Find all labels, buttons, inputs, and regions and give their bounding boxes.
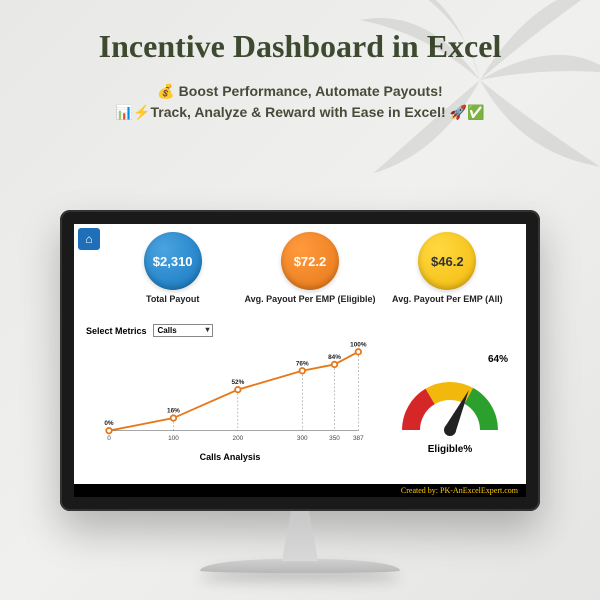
svg-text:100%: 100% bbox=[350, 341, 367, 348]
svg-text:76%: 76% bbox=[296, 360, 309, 367]
kpi-circle: $72.2 bbox=[281, 232, 339, 290]
monitor: ⌂ $2,310 Total Payout $72.2 Avg. Payout … bbox=[60, 210, 540, 573]
kpi-label: Avg. Payout Per EMP (Eligible) bbox=[242, 294, 378, 304]
svg-text:84%: 84% bbox=[328, 354, 341, 361]
kpi-avg-eligible: $72.2 Avg. Payout Per EMP (Eligible) bbox=[242, 232, 378, 304]
gauge-chart bbox=[390, 362, 510, 442]
svg-text:200: 200 bbox=[233, 435, 244, 442]
home-button[interactable]: ⌂ bbox=[78, 228, 100, 250]
kpi-row: $2,310 Total Payout $72.2 Avg. Payout Pe… bbox=[74, 224, 526, 308]
metric-select-dropdown[interactable]: Calls bbox=[153, 324, 213, 337]
monitor-bezel: ⌂ $2,310 Total Payout $72.2 Avg. Payout … bbox=[60, 210, 540, 511]
line-chart-title: Calls Analysis bbox=[86, 452, 374, 462]
kpi-label: Avg. Payout Per EMP (All) bbox=[379, 294, 515, 304]
svg-text:0%: 0% bbox=[104, 420, 114, 427]
gauge-label: Eligible% bbox=[428, 444, 472, 455]
kpi-circle: $2,310 bbox=[144, 232, 202, 290]
svg-text:387: 387 bbox=[353, 435, 364, 442]
metric-selector-label: Select Metrics bbox=[86, 326, 147, 336]
svg-text:350: 350 bbox=[329, 435, 340, 442]
credit-bar: Created by: PK-AnExcelExpert.com bbox=[74, 484, 526, 497]
subtitle-line-2: 📊⚡Track, Analyze & Reward with Ease in E… bbox=[60, 102, 540, 123]
svg-text:52%: 52% bbox=[231, 379, 244, 386]
kpi-circle: $46.2 bbox=[418, 232, 476, 290]
lower-panel: Select Metrics Calls 0% 0 16% 100 52% 200 76% 3… bbox=[80, 320, 520, 478]
kpi-label: Total Payout bbox=[105, 294, 241, 304]
monitor-stand-base bbox=[200, 559, 400, 573]
page-title: Incentive Dashboard in Excel bbox=[0, 0, 600, 73]
kpi-avg-all: $46.2 Avg. Payout Per EMP (All) bbox=[379, 232, 515, 304]
svg-text:100: 100 bbox=[168, 435, 179, 442]
line-chart-panel: Select Metrics Calls 0% 0 16% 100 52% 200 76% 3… bbox=[80, 320, 380, 478]
home-icon: ⌂ bbox=[85, 232, 92, 246]
kpi-total-payout: $2,310 Total Payout bbox=[105, 232, 241, 304]
gauge-value: 64% bbox=[488, 354, 508, 365]
svg-text:0: 0 bbox=[107, 435, 111, 442]
monitor-stand-neck bbox=[270, 511, 330, 561]
page-subtitle: 💰 Boost Performance, Automate Payouts! 📊… bbox=[0, 73, 600, 141]
line-chart: 0% 0 16% 100 52% 200 76% 300 84% 350 100% 387 bbox=[86, 339, 374, 449]
dashboard-screen: ⌂ $2,310 Total Payout $72.2 Avg. Payout … bbox=[74, 224, 526, 484]
svg-text:16%: 16% bbox=[167, 408, 180, 415]
subtitle-line-1: 💰 Boost Performance, Automate Payouts! bbox=[60, 81, 540, 102]
gauge-panel: 64% Eligible% bbox=[380, 320, 520, 478]
metric-selector-row: Select Metrics Calls bbox=[86, 324, 374, 337]
svg-text:300: 300 bbox=[297, 435, 308, 442]
